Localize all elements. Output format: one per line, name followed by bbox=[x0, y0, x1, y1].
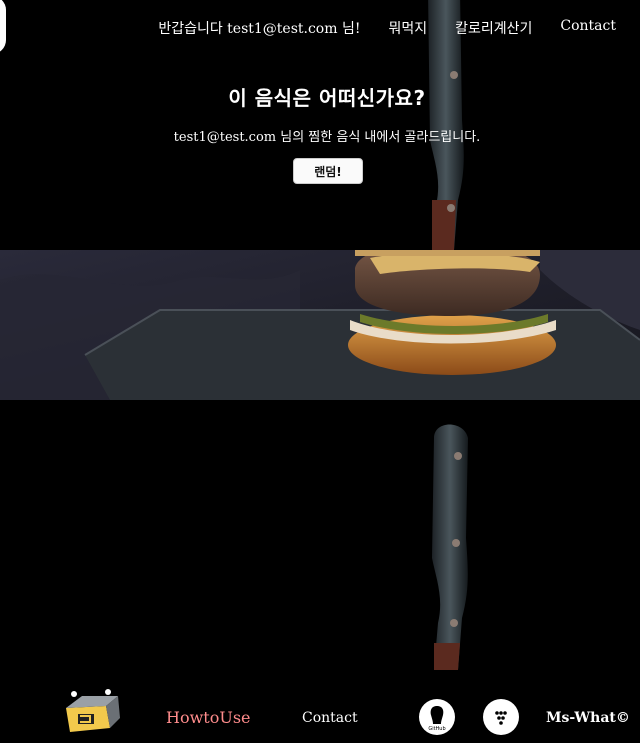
nav-item-calorie-calculator[interactable]: 칼로리계산기 bbox=[455, 18, 532, 38]
hero-title: 이 음식은 어떠신가요? bbox=[228, 86, 426, 110]
dots-icon bbox=[495, 711, 507, 725]
burger-image bbox=[0, 250, 640, 400]
footer-contact-link[interactable]: Contact bbox=[302, 710, 358, 726]
random-button[interactable]: 랜덤! bbox=[293, 158, 363, 184]
footer: HowtoUse Contact GitHub Ms-What© bbox=[0, 688, 640, 743]
burger-illustration bbox=[0, 250, 640, 400]
hero-section: 반갑습니다 test1@test.com 님! 뭐먹지 칼로리계산기 Conta… bbox=[0, 0, 640, 250]
food-box-logo[interactable] bbox=[60, 688, 124, 743]
knife-image-bottom bbox=[432, 424, 468, 670]
github-icon: GitHub bbox=[428, 706, 446, 732]
howto-link[interactable]: HowtoUse bbox=[166, 708, 251, 727]
hero-subtitle: test1@test.com 님의 찜한 음식 내에서 골라드립니다. bbox=[173, 130, 481, 145]
copyright-text: Ms-What© bbox=[546, 710, 630, 726]
menu-dots-button[interactable] bbox=[483, 699, 519, 735]
top-nav: 반갑습니다 test1@test.com 님! 뭐먹지 칼로리계산기 Conta… bbox=[158, 18, 640, 38]
github-button[interactable]: GitHub bbox=[419, 699, 455, 735]
nav-item-contact[interactable]: Contact bbox=[560, 18, 616, 38]
lower-section bbox=[0, 400, 640, 670]
site-logo[interactable] bbox=[0, 0, 6, 54]
nav-greeting[interactable]: 반갑습니다 test1@test.com 님! bbox=[158, 18, 360, 38]
github-label: GitHub bbox=[428, 726, 445, 732]
nav-item-what-to-eat[interactable]: 뭐먹지 bbox=[388, 18, 427, 38]
